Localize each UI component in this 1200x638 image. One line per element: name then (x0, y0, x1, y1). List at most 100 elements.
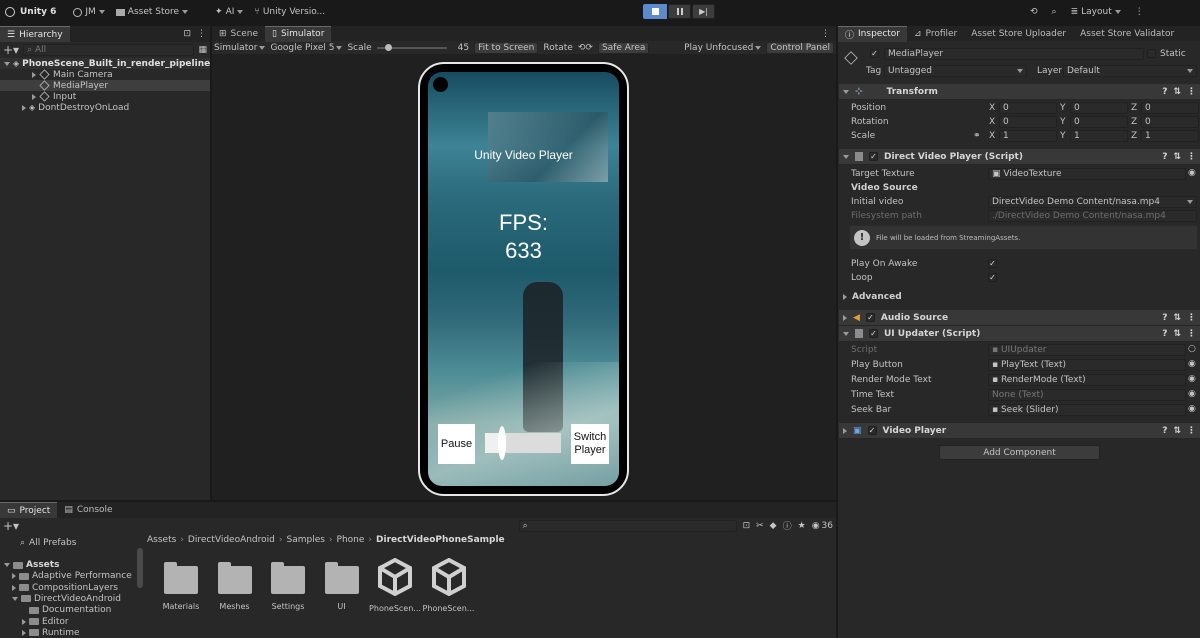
project-search-input[interactable]: ⌕ (518, 519, 737, 532)
tab-asset-store-uploader[interactable]: Asset Store Uploader (964, 26, 1073, 42)
breadcrumb-directvideoandroid[interactable]: DirectVideoAndroid (188, 535, 275, 545)
audio-source-header[interactable]: ◀ ✓ Audio Source? ⇅ ⋮ (839, 310, 1200, 326)
tag-icon[interactable]: ◆ (770, 521, 777, 531)
transform-scale-x-field[interactable]: 1 (999, 130, 1057, 142)
fit-to-screen-button[interactable]: Fit to Screen (474, 41, 539, 54)
hierarchy-item-input[interactable]: Input (0, 91, 210, 102)
safe-area-button[interactable]: Safe Area (597, 41, 650, 54)
object-picker-icon[interactable]: ◉ (1188, 374, 1196, 384)
tree-item-runtime[interactable]: Runtime (22, 628, 80, 638)
info-filter-icon[interactable]: ⓘ (783, 519, 792, 532)
scene-row[interactable]: ◈PhoneScene_Built_in_render_pipeline⋮ (0, 58, 222, 69)
search-icon[interactable]: ⌕ (1052, 7, 1057, 17)
tab-inspector[interactable]: ⓘ Inspector (838, 25, 907, 42)
hierarchy-item-ddol[interactable]: ◈ DontDestroyOnLoad (0, 102, 210, 113)
object-picker-icon[interactable]: ◉ (1188, 404, 1196, 414)
transform-scale-y-field[interactable]: 1 (1070, 130, 1128, 142)
transform-position-x-field[interactable]: 0 (999, 102, 1057, 114)
transform-rotation-y-field[interactable]: 0 (1070, 116, 1128, 128)
preset-icon[interactable]: ⇅ (1173, 313, 1181, 323)
object-picker-icon[interactable]: ◉ (1188, 389, 1196, 399)
menu-icon[interactable]: ⋮ (1187, 426, 1196, 436)
filter-label-icon[interactable]: ✂ (756, 521, 764, 531)
tree-item-documentation[interactable]: Documentation (22, 605, 111, 615)
ui-render-mode-text-field[interactable]: ▪ RenderMode (Text) (988, 374, 1186, 386)
transform-rotation-z-field[interactable]: 0 (1141, 116, 1199, 128)
tab-asset-store-validator[interactable]: Asset Store Validator (1073, 26, 1181, 42)
tag-dropdown[interactable]: Untagged (884, 65, 1027, 77)
slider-thumb[interactable] (384, 43, 392, 51)
menu-icon[interactable]: ⋮ (1187, 313, 1196, 323)
hierarchy-search-input[interactable]: ⌕ All (23, 43, 195, 56)
play-mode-dropdown[interactable]: Play Unfocused (684, 43, 762, 53)
preset-icon[interactable]: ⇅ (1173, 87, 1181, 97)
object-picker-icon[interactable]: ○ (1188, 344, 1196, 354)
ui-time-text-field[interactable]: None (Text) (988, 389, 1186, 401)
pause-button[interactable]: Pause (438, 424, 475, 464)
transform-position-y-field[interactable]: 0 (1070, 102, 1128, 114)
play-on-awake-checkbox[interactable]: ✓ (988, 259, 997, 268)
video-player-header[interactable]: ▣ ✓ Video Player? ⇅ ⋮ (839, 423, 1200, 439)
step-button[interactable]: ▶| (692, 4, 715, 19)
play-button[interactable] (643, 4, 667, 19)
tree-item-adaptive-performance[interactable]: Adaptive Performance (12, 571, 132, 581)
tree-item-directvideoandroid[interactable]: DirectVideoAndroid (12, 594, 121, 604)
add-icon[interactable]: +▾ (3, 43, 19, 57)
tab-profiler[interactable]: ⊿ Profiler (907, 26, 964, 42)
active-checkbox[interactable]: ✓ (870, 49, 879, 58)
mode-dropdown[interactable]: Simulator (214, 43, 266, 53)
hierarchy-item-mediaplayer[interactable]: MediaPlayer (0, 80, 210, 91)
target-texture-field[interactable]: ▣ VideoTexture (988, 168, 1186, 180)
seek-thumb[interactable] (497, 426, 506, 460)
star-icon[interactable]: ★ (798, 521, 806, 531)
transform-rotation-x-field[interactable]: 0 (999, 116, 1057, 128)
menu-icon[interactable]: ⋮ (1187, 152, 1196, 162)
menu-icon[interactable]: ⋮ (1135, 7, 1144, 17)
tree-item-compositionlayers[interactable]: CompositionLayers (12, 583, 118, 593)
device-dropdown[interactable]: Google Pixel 5 (270, 43, 343, 53)
menu-icon[interactable]: ⋮ (197, 29, 206, 39)
hierarchy-item-main-camera[interactable]: Main Camera (0, 69, 210, 80)
help-icon[interactable]: ? (1162, 87, 1167, 97)
preset-icon[interactable]: ⇅ (1173, 152, 1181, 162)
static-checkbox[interactable] (1147, 49, 1156, 58)
scale-slider[interactable] (376, 43, 447, 51)
object-name-field[interactable]: MediaPlayer (884, 48, 1144, 60)
ui-play-button-field[interactable]: ▪ PlayText (Text) (988, 359, 1186, 371)
transform-position-z-field[interactable]: 0 (1141, 102, 1199, 114)
advanced-foldout[interactable]: Advanced (843, 292, 902, 302)
component-enabled-checkbox[interactable]: ✓ (869, 152, 878, 161)
component-enabled-checkbox[interactable]: ✓ (869, 329, 878, 338)
transform-header[interactable]: ⊹ Transform? ⇅ ⋮ (839, 84, 1200, 100)
help-icon[interactable]: ? (1162, 313, 1167, 323)
breadcrumb-assets[interactable]: Assets (147, 535, 176, 545)
asset-item[interactable]: Materials (155, 558, 207, 611)
component-enabled-checkbox[interactable]: ✓ (865, 313, 875, 322)
tab-hierarchy[interactable]: ☰ Hierarchy (0, 26, 70, 42)
pause-button[interactable] (668, 4, 691, 19)
menu-icon[interactable]: ⋮ (821, 29, 830, 39)
tree-item-editor[interactable]: Editor (22, 617, 69, 627)
history-icon[interactable]: ⟲ (1030, 7, 1038, 17)
control-panel-button[interactable]: Control Panel (766, 41, 834, 54)
visibility-count[interactable]: ◉ 36 (812, 521, 833, 531)
account-dropdown[interactable]: JM (73, 7, 105, 17)
layer-dropdown[interactable]: Default (1063, 65, 1197, 77)
add-icon[interactable]: +▾ (3, 519, 19, 533)
tree-item-assets[interactable]: Assets (4, 560, 59, 570)
object-picker-icon[interactable]: ◉ (1188, 359, 1196, 369)
tab-simulator[interactable]: ▯ Simulator (265, 25, 332, 42)
switch-player-button[interactable]: Switch Player (571, 424, 609, 464)
tab-project[interactable]: ▭ Project (0, 502, 58, 518)
asset-item[interactable]: PhoneScen... (423, 558, 475, 613)
tab-console[interactable]: ▤ Console (57, 502, 119, 518)
scale-value[interactable]: 45 (458, 43, 469, 53)
link-icon[interactable]: ⚭ (973, 131, 981, 141)
unity-version-label[interactable]: Unity 6 (20, 7, 56, 17)
preset-icon[interactable]: ⇅ (1173, 329, 1181, 339)
preset-icon[interactable]: ⇅ (1173, 426, 1181, 436)
asset-item[interactable]: PhoneScen... (369, 558, 421, 613)
project-scrollbar[interactable] (137, 548, 143, 588)
dvp-header[interactable]: ✓ Direct Video Player (Script)? ⇅ ⋮ (839, 149, 1200, 165)
seek-slider[interactable] (485, 426, 561, 460)
